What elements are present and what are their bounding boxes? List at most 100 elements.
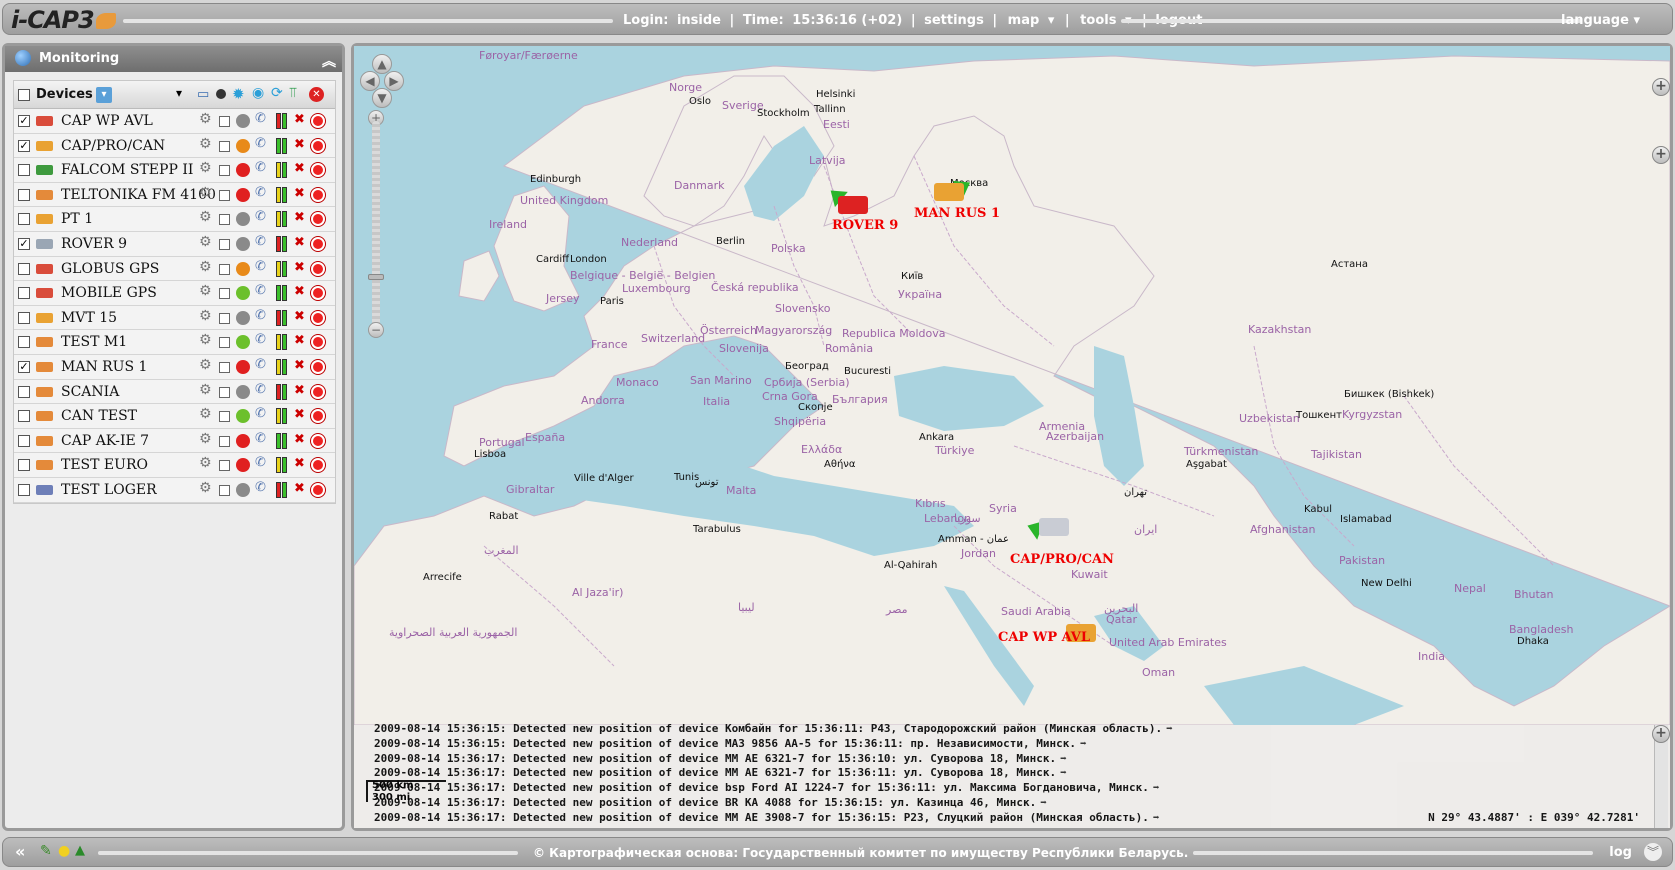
vehicle-cap-pro-can[interactable] [1039,518,1069,536]
alarm-icon[interactable] [311,261,325,276]
signal-icon[interactable]: ◉ [252,85,264,101]
device-row[interactable]: MOBILE GPS ⚙ ✆ ✖ [14,281,335,306]
gear-icon[interactable]: ⚙ [199,480,213,496]
alarm-icon[interactable] [311,236,325,251]
device-checkbox[interactable] [18,188,30,201]
phone-icon[interactable]: ✆ [255,136,269,151]
device-row[interactable]: TEST M1 ⚙ ✆ ✖ [14,330,335,355]
map-canvas[interactable]: Føroyar/Færøerne Norge Oslo Sverige Stockhol… [354,46,1670,725]
alarm-icon[interactable] [311,114,325,128]
device-checkbox[interactable] [18,164,30,177]
go-to-arrow-icon[interactable]: ➡ [1060,766,1067,779]
gear-icon[interactable]: ⚙ [199,283,213,299]
device-row[interactable]: ✓ CAP WP AVL ⚙ ✆ ✖ [14,109,335,134]
disconnect-icon[interactable]: ✖ [294,456,308,471]
settings-link[interactable]: settings [924,13,984,28]
gear-icon[interactable]: ⚙ [199,382,213,398]
status-icon[interactable] [236,138,250,153]
status-icon[interactable] [236,163,250,178]
status-icon[interactable] [236,335,250,350]
device-row[interactable]: TELTONIKA FM 4100 ⚙ ✆ ✖ [14,182,335,208]
gear-icon[interactable]: ⚙ [199,111,213,127]
go-to-arrow-icon[interactable]: ➡ [1153,781,1160,794]
phone-icon[interactable]: ✆ [255,111,269,126]
phone-icon[interactable]: ✆ [255,332,269,347]
select-checkbox[interactable] [219,238,230,250]
go-to-arrow-icon[interactable]: ➡ [1040,796,1047,809]
zoom-slider-handle[interactable] [368,274,384,280]
go-to-arrow-icon[interactable]: ➡ [1060,752,1067,765]
disconnect-icon[interactable]: ✖ [294,260,308,275]
filter-icon[interactable]: ▾ [96,87,112,103]
status-icon[interactable] [236,114,250,128]
close-icon[interactable]: ✕ [309,87,324,102]
status-icon[interactable] [236,384,250,399]
select-checkbox[interactable] [219,116,230,127]
disconnect-icon[interactable]: ✖ [294,284,308,299]
status-icon[interactable] [236,359,250,374]
status-icon[interactable] [236,286,250,301]
vehicle-man-rus-1[interactable] [934,183,964,201]
expand-down-icon[interactable]: ︾ [1644,843,1662,861]
device-row[interactable]: FALCOM STEPP II ⚙ ✆ ✖ [14,158,335,183]
device-row[interactable]: GLOBUS GPS ⚙ ✆ ✖ [14,256,335,282]
select-checkbox[interactable] [219,214,230,226]
antenna-icon[interactable]: ⫪ [289,85,297,101]
lightbulb-icon[interactable]: ● [58,843,70,859]
gear-icon[interactable]: ⚙ [199,431,213,447]
collapse-left-icon[interactable]: « [15,842,25,861]
select-checkbox[interactable] [219,140,230,152]
select-checkbox[interactable] [219,165,230,177]
zoom-out-button[interactable]: − [368,322,384,338]
phone-icon[interactable]: ✆ [255,283,269,298]
screen-icon[interactable]: ▭ [197,87,209,102]
disconnect-icon[interactable]: ✖ [294,333,308,348]
phone-icon[interactable]: ✆ [255,406,269,421]
device-checkbox[interactable] [18,213,30,226]
phone-icon[interactable]: ✆ [255,209,269,224]
gear-icon[interactable]: ⚙ [199,308,213,324]
collapse-icon[interactable]: ︽ [322,51,336,71]
gear-icon[interactable]: ⚙ [199,406,213,422]
layer-switcher-button[interactable]: + [1652,78,1670,96]
device-checkbox[interactable]: ✓ [18,360,30,373]
device-row[interactable]: CAP AK-IE 7 ⚙ ✆ ✖ [14,428,335,454]
select-checkbox[interactable] [219,312,230,324]
device-checkbox[interactable]: ✓ [18,237,30,250]
gear-icon[interactable]: ⚙ [199,259,213,275]
alarm-icon[interactable] [311,335,325,350]
go-to-arrow-icon[interactable]: ➡ [1080,737,1087,750]
disconnect-icon[interactable]: ✖ [294,358,308,373]
refresh-icon[interactable]: ⟳ [271,85,283,101]
disconnect-icon[interactable]: ✖ [294,137,308,152]
device-row[interactable]: TEST EURO ⚙ ✆ ✖ [14,453,335,478]
zoom-slider[interactable] [372,121,380,331]
gear-icon[interactable]: ⚙ [199,136,213,152]
device-row[interactable]: MVT 15 ⚙ ✆ ✖ [14,305,335,331]
phone-icon[interactable]: ✆ [255,382,269,397]
disconnect-icon[interactable]: ✖ [294,383,308,398]
settings-gear-icon[interactable]: ✹ [232,85,245,103]
status-icon[interactable] [236,212,250,227]
phone-icon[interactable]: ✆ [255,455,269,470]
disconnect-icon[interactable]: ✖ [294,407,308,422]
gear-icon[interactable]: ⚙ [199,185,213,201]
pan-down-button[interactable]: ▼ [372,88,392,108]
status-icon[interactable] [236,187,250,202]
status-icon[interactable] [236,433,250,448]
select-checkbox[interactable] [219,337,230,349]
select-checkbox[interactable] [219,460,230,472]
device-row[interactable]: PT 1 ⚙ ✆ ✖ [14,207,335,232]
go-to-arrow-icon[interactable]: ➡ [1153,811,1160,824]
device-checkbox[interactable] [18,483,30,496]
select-checkbox[interactable] [219,288,230,300]
phone-icon[interactable]: ✆ [255,357,269,372]
pencil-icon[interactable]: ✎ [40,843,52,859]
phone-icon[interactable]: ✆ [255,259,269,274]
device-row[interactable]: SCANIA ⚙ ✆ ✖ [14,379,335,405]
status-icon[interactable] [236,236,250,251]
vehicle-rover-9[interactable] [838,196,868,214]
device-row[interactable]: ✓ CAP/PRO/CAN ⚙ ✆ ✖ [14,133,335,159]
log-toggle[interactable]: log [1609,845,1632,860]
gear-icon[interactable]: ⚙ [199,357,213,373]
